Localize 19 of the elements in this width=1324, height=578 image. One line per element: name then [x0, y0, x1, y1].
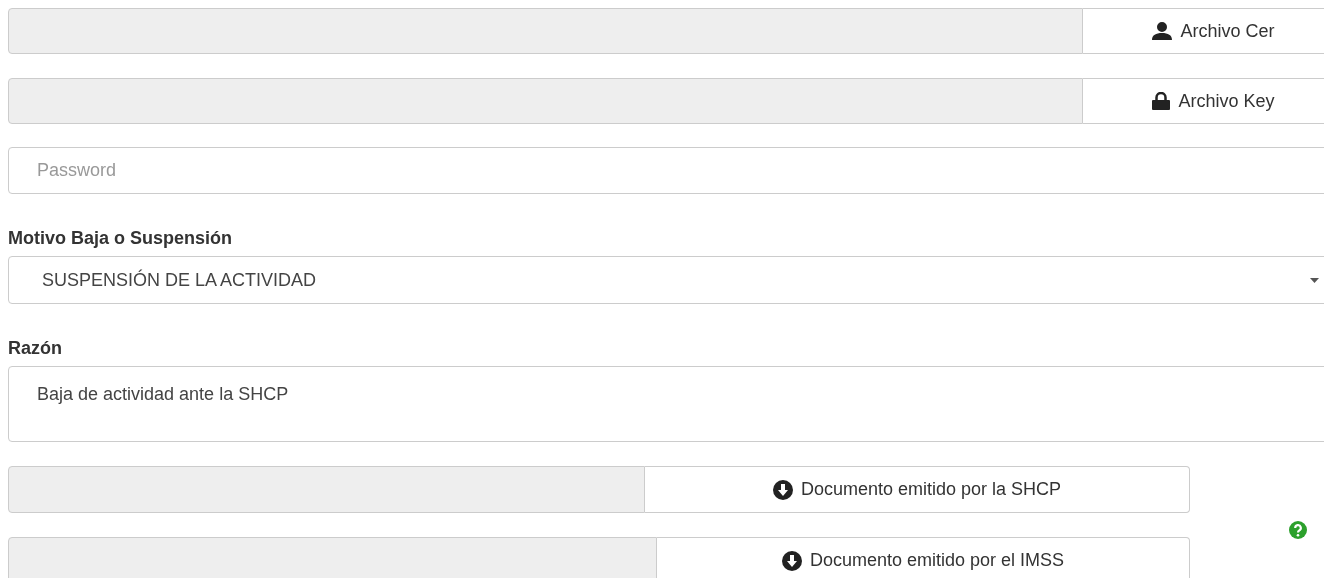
download-circle-icon — [772, 479, 793, 500]
user-icon — [1152, 22, 1173, 40]
help-icon[interactable] — [1289, 521, 1307, 539]
reason-textarea[interactable]: Baja de actividad ante la SHCP — [8, 366, 1324, 442]
lock-icon — [1152, 92, 1171, 110]
field-label: Razón — [8, 337, 63, 360]
file-select-button[interactable]: Archivo Cer — [1083, 8, 1324, 54]
upload-button[interactable]: Documento emitido por el IMSS — [657, 537, 1190, 578]
dropdown-caret-icon — [1310, 277, 1319, 283]
reason-dropdown[interactable]: SUSPENSIÓN DE LA ACTIVIDAD — [8, 256, 1324, 304]
download-circle-icon — [781, 550, 802, 571]
file-select-button[interactable]: Archivo Key — [1083, 78, 1324, 124]
file-name-field[interactable] — [8, 537, 657, 578]
field-label: Motivo Baja o Suspensión — [8, 227, 234, 250]
file-name-field[interactable] — [8, 78, 1083, 124]
password-field[interactable]: Password — [8, 147, 1324, 194]
upload-button[interactable]: Documento emitido por la SHCP — [645, 466, 1190, 513]
file-name-field[interactable] — [8, 466, 645, 513]
file-name-field[interactable] — [8, 8, 1083, 54]
